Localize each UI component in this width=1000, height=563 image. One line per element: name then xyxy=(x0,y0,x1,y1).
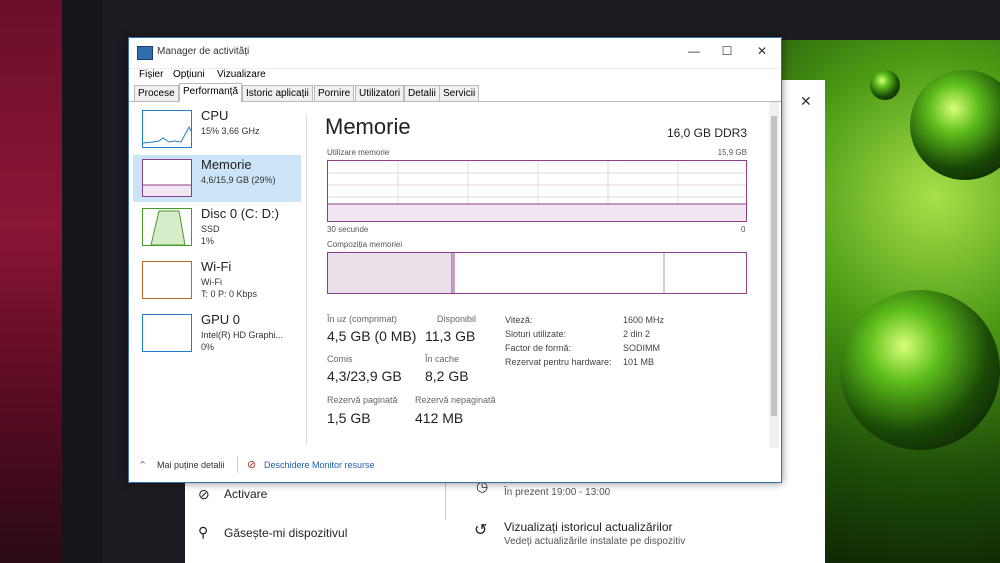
speed-label: Viteză: xyxy=(505,315,533,325)
tab-app-history[interactable]: Istoric aplicații xyxy=(242,85,313,101)
speed-value: 1600 MHz xyxy=(623,315,665,325)
time-range-label: 30 secunde xyxy=(327,225,369,234)
task-manager-window: Manager de activități — ☐ ✕ Fișier Opțiu… xyxy=(128,37,782,483)
settings-activation[interactable]: Activare xyxy=(224,487,267,501)
available-value: 11,3 GB xyxy=(425,328,476,344)
maximize-button[interactable]: ☐ xyxy=(717,44,737,58)
slots-label: Sloturi utilizate: xyxy=(505,329,567,339)
tab-startup[interactable]: Pornire xyxy=(314,85,355,101)
committed-label: Comis xyxy=(327,354,353,364)
tab-performance[interactable]: Performanță xyxy=(179,83,243,102)
task-manager-icon xyxy=(137,46,153,60)
in-use-value: 4,5 GB (0 MB) xyxy=(327,328,417,344)
fewer-details-link[interactable]: Mai puține detalii xyxy=(157,460,225,470)
wallpaper-sphere xyxy=(910,70,1000,180)
settings-history-title[interactable]: Vizualizați istoricul actualizărilor xyxy=(504,520,673,534)
tab-services[interactable]: Servicii xyxy=(439,85,480,101)
tab-bar: Procese Performanță Istoric aplicații Po… xyxy=(129,83,781,102)
paged-pool-value: 1,5 GB xyxy=(327,410,371,426)
footer-bar: ⌃ Mai puține detalii ⊘ Deschidere Monito… xyxy=(129,452,779,480)
open-resource-monitor-link[interactable]: Deschidere Monitor resurse xyxy=(264,460,375,470)
cached-label: În cache xyxy=(425,354,460,364)
memory-detail-panel: Memorie 16,0 GB DDR3 Utilizare memorie 1… xyxy=(325,102,757,448)
menu-options[interactable]: Opțiuni xyxy=(173,69,205,80)
resource-name: Wi-Fi xyxy=(201,259,232,274)
resource-monitor-icon: ⊘ xyxy=(247,459,257,471)
form-factor-label: Factor de formă: xyxy=(505,343,572,353)
resource-gpu[interactable]: GPU 0 Intel(R) HD Graphi... 0% xyxy=(133,310,301,357)
divider xyxy=(445,480,446,520)
window-title: Manager de activități xyxy=(157,46,250,57)
nonpaged-pool-value: 412 MB xyxy=(415,410,464,426)
nonpaged-pool-label: Rezervă nepaginată xyxy=(415,395,496,405)
resource-detail: Intel(R) HD Graphi... xyxy=(201,330,284,340)
person-icon: ⚲ xyxy=(198,524,209,540)
chevron-up-icon[interactable]: ⌃ xyxy=(138,459,147,472)
reserved-label: Rezervat pentru hardware: xyxy=(505,357,612,367)
cpu-graph-thumbnail xyxy=(142,110,192,148)
resource-detail: SSD xyxy=(201,224,220,234)
wifi-graph-thumbnail xyxy=(142,261,192,299)
resource-name: Memorie xyxy=(201,157,252,172)
resource-memory[interactable]: Memorie 4,6/15,9 GB (29%) xyxy=(133,155,301,202)
resource-detail: Wi-Fi xyxy=(201,277,222,287)
wallpaper-sphere xyxy=(840,290,1000,450)
memory-usage-graph xyxy=(327,160,747,222)
divider xyxy=(237,457,238,473)
page-title: Memorie xyxy=(325,114,411,139)
menu-view[interactable]: Vizualizare xyxy=(217,69,266,80)
settings-find-device[interactable]: Găsește-mi dispozitivul xyxy=(224,526,347,540)
available-label: Disponibil xyxy=(437,314,477,324)
vertical-scrollbar[interactable] xyxy=(769,102,779,448)
tab-users[interactable]: Utilizatori xyxy=(355,85,405,101)
memory-spec: 16,0 GB DDR3 xyxy=(666,126,747,140)
disk-graph-thumbnail xyxy=(142,208,192,246)
tab-processes[interactable]: Procese xyxy=(134,85,179,101)
form-factor-value: SODIMM xyxy=(623,343,660,353)
resource-name: Disc 0 (C: D:) xyxy=(201,206,279,221)
usage-max: 15,9 GB xyxy=(717,148,747,157)
memory-graph-thumbnail xyxy=(142,159,192,197)
reserved-value: 101 MB xyxy=(623,357,655,367)
check-icon: ⊘ xyxy=(198,486,210,502)
history-icon: ↺ xyxy=(474,522,488,539)
time-end-label: 0 xyxy=(741,225,746,234)
memory-composition-bar xyxy=(327,252,747,294)
paged-pool-label: Rezervă paginată xyxy=(327,395,398,405)
menu-bar: Fișier Opțiuni Vizualizare xyxy=(129,69,781,83)
resource-usage: 1% xyxy=(201,236,215,246)
resource-name: CPU xyxy=(201,108,229,123)
gpu-graph-thumbnail xyxy=(142,314,192,352)
minimize-button[interactable]: — xyxy=(684,44,704,58)
resource-cpu[interactable]: CPU 15% 3,66 GHz xyxy=(133,106,301,153)
cached-value: 8,2 GB xyxy=(425,368,469,384)
divider xyxy=(306,114,307,444)
monitor-bezel xyxy=(62,0,102,563)
in-use-label: În uz (comprimat) xyxy=(327,314,398,324)
resource-detail: 4,6/15,9 GB (29%) xyxy=(201,175,276,185)
composition-label: Compoziția memoriei xyxy=(327,240,403,249)
resource-wifi[interactable]: Wi-Fi Wi-Fi T: 0 P: 0 Kbps xyxy=(133,257,301,304)
menu-file[interactable]: Fișier xyxy=(139,69,163,80)
resource-name: GPU 0 xyxy=(201,312,241,327)
slots-value: 2 din 2 xyxy=(623,329,651,339)
settings-time-range: În prezent 19:00 - 13:00 xyxy=(504,487,611,498)
committed-value: 4,3/23,9 GB xyxy=(327,368,402,384)
close-button[interactable]: ✕ xyxy=(752,44,772,58)
resource-throughput: T: 0 P: 0 Kbps xyxy=(201,289,258,299)
resource-disk[interactable]: Disc 0 (C: D:) SSD 1% xyxy=(133,204,301,251)
resource-list: CPU 15% 3,66 GHz Memorie 4,6/15,9 GB (29… xyxy=(129,102,305,448)
scrollbar-thumb[interactable] xyxy=(771,116,777,416)
wallpaper-sphere xyxy=(870,70,900,100)
resource-usage: 0% xyxy=(201,342,215,352)
settings-history-sub: Vedeți actualizările instalate pe dispoz… xyxy=(504,536,686,547)
title-bar: Manager de activități — ☐ ✕ xyxy=(129,38,781,69)
resource-detail: 15% 3,66 GHz xyxy=(201,126,260,136)
settings-close-icon[interactable]: ✕ xyxy=(800,93,812,110)
usage-label: Utilizare memorie xyxy=(327,148,390,157)
tab-details[interactable]: Detalii xyxy=(404,85,440,101)
